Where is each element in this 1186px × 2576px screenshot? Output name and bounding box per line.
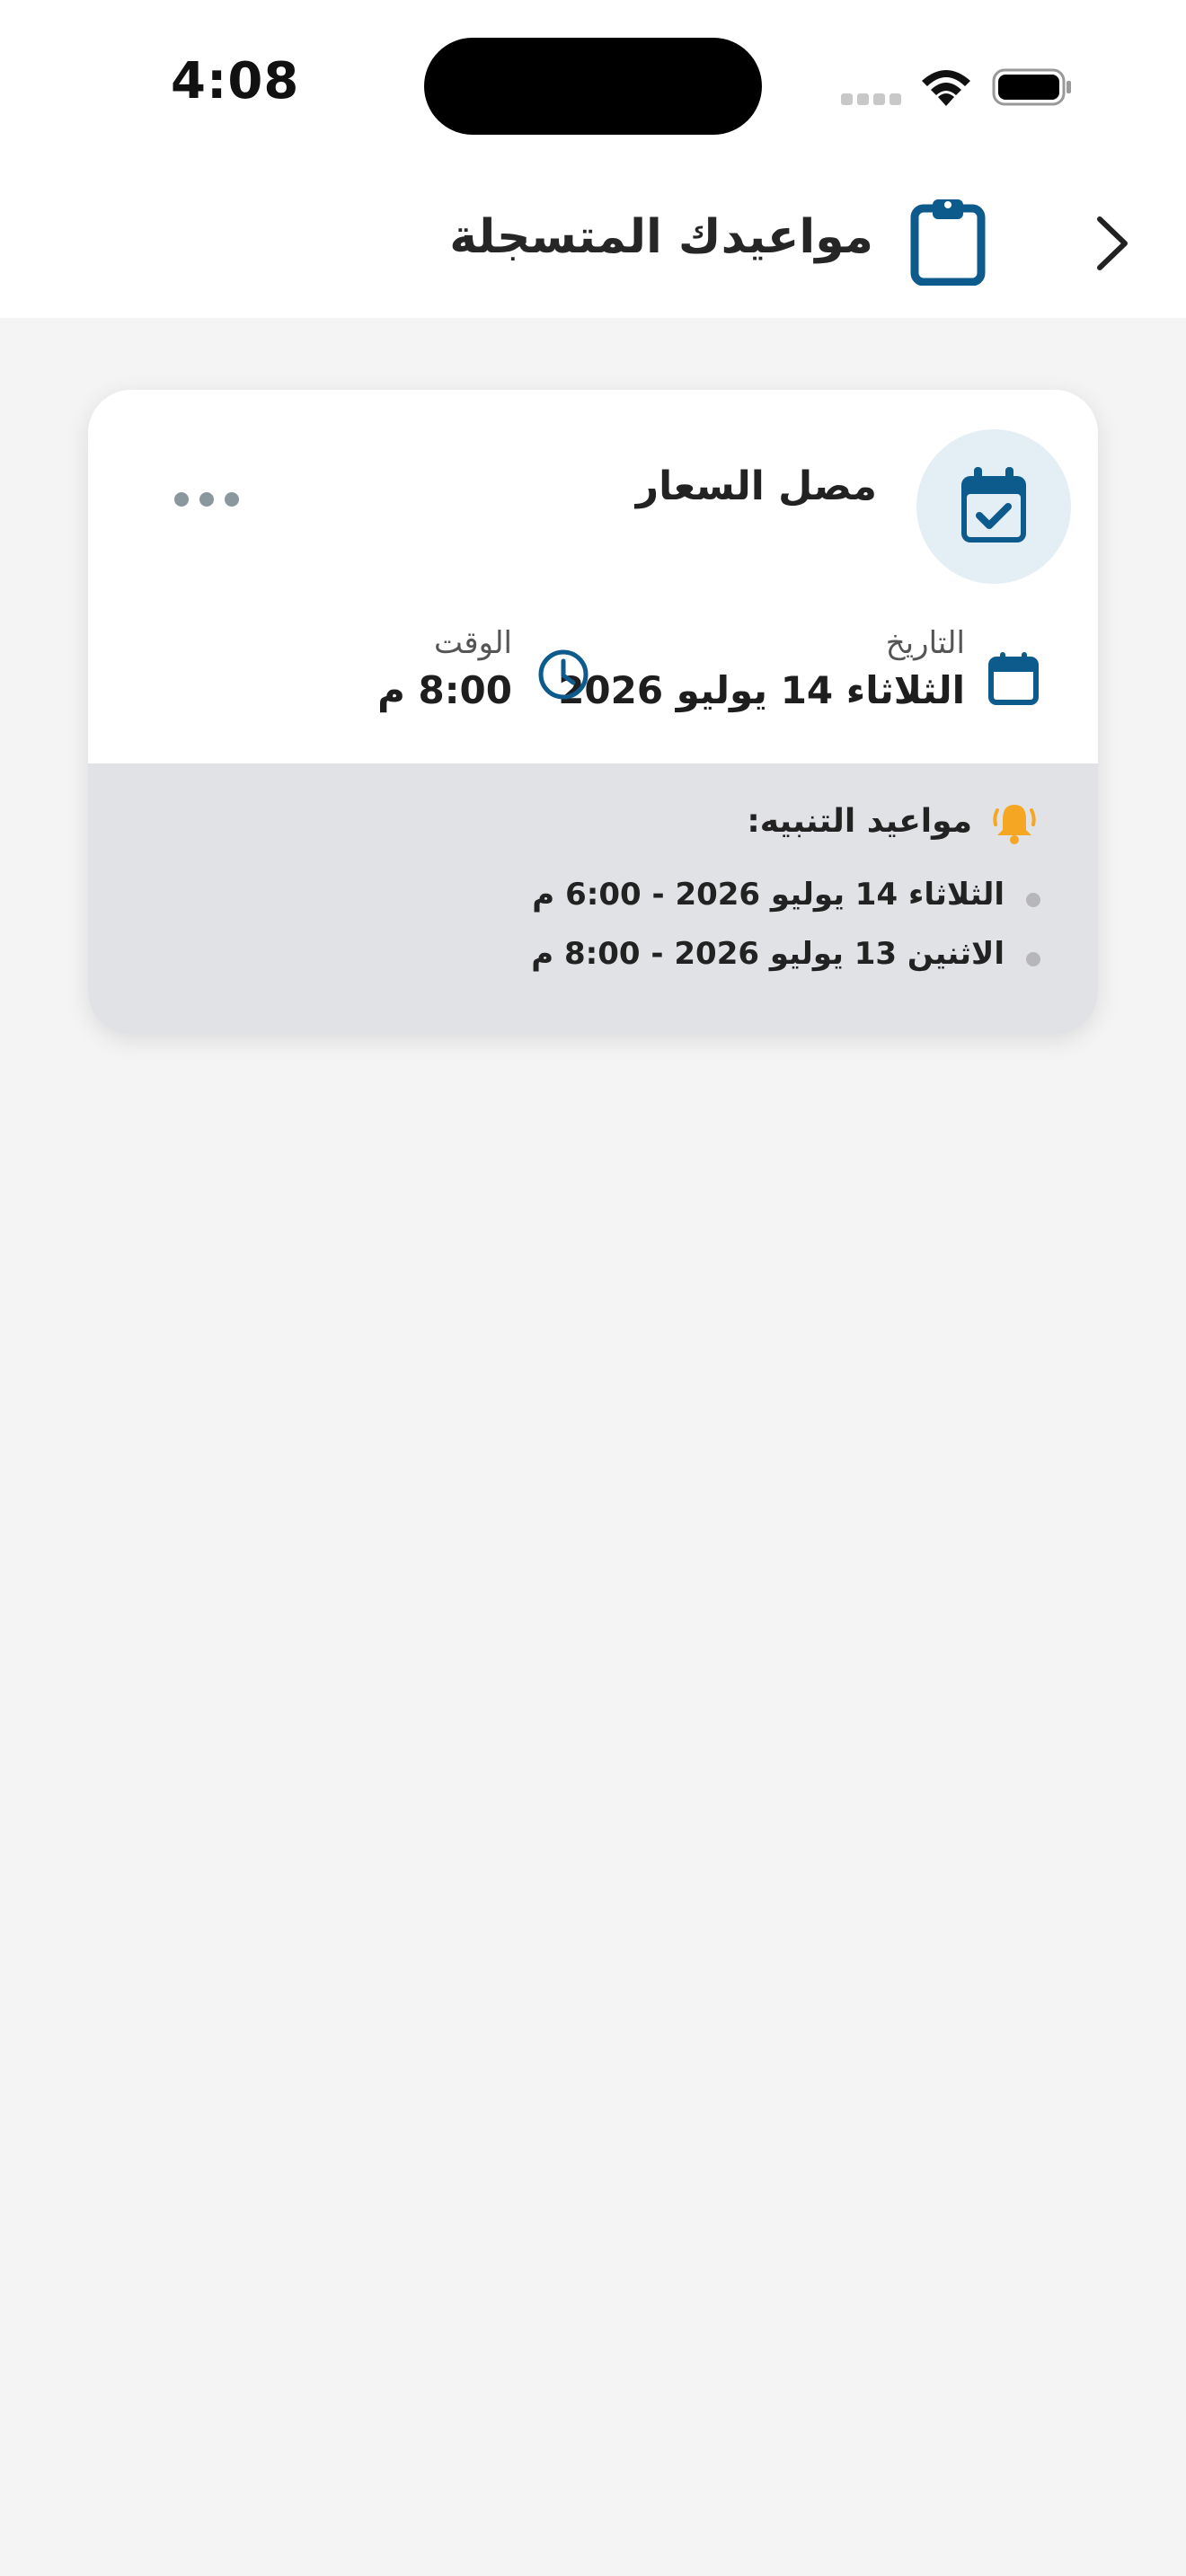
more-options-icon[interactable] (174, 489, 239, 510)
page-title: مواعيدك المتسجلة (449, 210, 873, 264)
alerts-section: مواعيد التنبيه: الثلاثاء 14 يوليو 2026 -… (88, 763, 1098, 1035)
date-value: الثلاثاء 14 يوليو 2026 (558, 668, 965, 712)
appointment-title: مصل السعار (635, 463, 877, 509)
clock-icon (538, 649, 589, 700)
calendar-check-icon (961, 467, 1026, 543)
calendar-icon (988, 652, 1039, 705)
alert-item: الثلاثاء 14 يوليو 2026 - 6:00 م (532, 877, 1005, 913)
back-chevron-icon[interactable] (1089, 214, 1134, 273)
bell-icon (993, 805, 1036, 844)
clipboard-icon (910, 199, 986, 286)
appointment-card[interactable]: مصل السعار التاريخ الثلاثاء 14 يوليو 202… (88, 390, 1098, 1035)
bullet-dot (1026, 893, 1040, 907)
date-label: التاريخ (885, 625, 965, 661)
time-label: الوقت (433, 625, 512, 661)
alert-item: الاثنين 13 يوليو 2026 - 8:00 م (531, 936, 1005, 972)
appointment-avatar (916, 429, 1071, 584)
wifi-icon (922, 70, 970, 106)
dynamic-island (424, 38, 762, 135)
bullet-dot (1026, 952, 1040, 966)
status-bar: 4:08 (0, 0, 1186, 171)
status-time: 4:08 (171, 52, 300, 110)
alerts-title: مواعيد التنبيه: (747, 803, 972, 840)
cellular-signal-icon (841, 93, 902, 106)
time-value: 8:00 م (377, 668, 512, 712)
battery-icon (992, 68, 1071, 106)
